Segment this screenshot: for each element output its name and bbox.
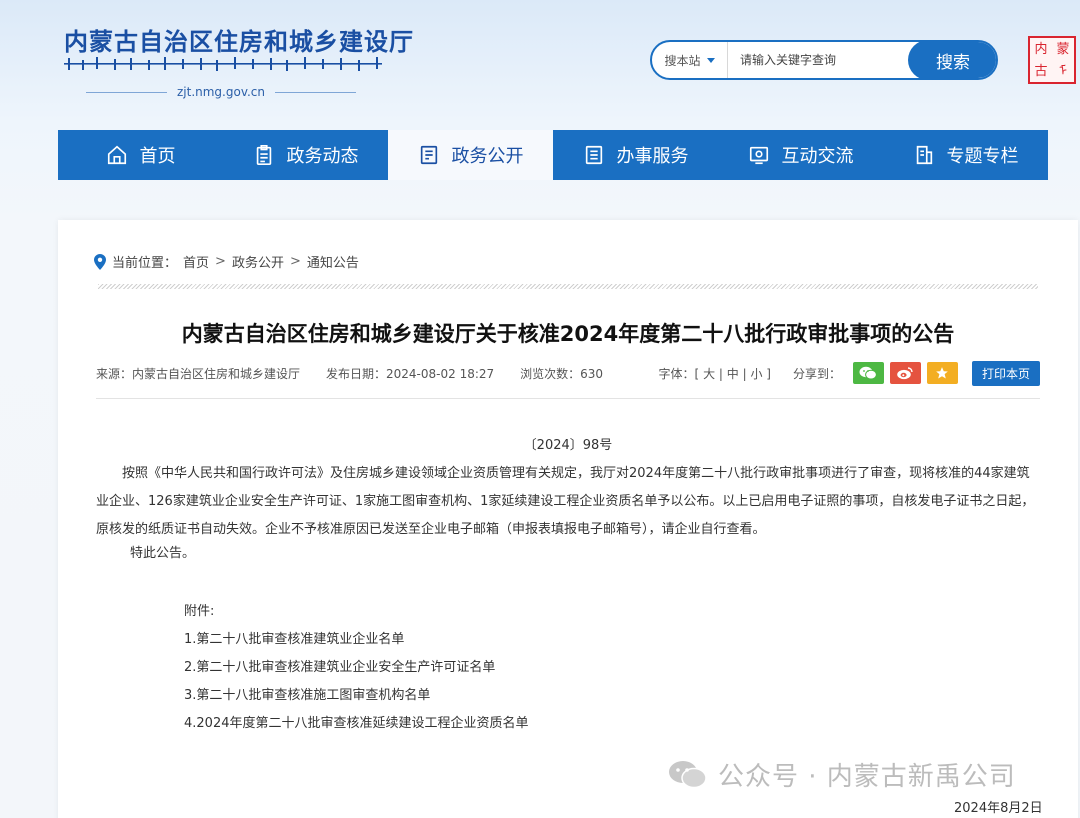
divider [98,284,1038,289]
nav-item-home[interactable]: 首页 [58,130,223,180]
attachment-link[interactable]: 2.第二十八批审查核准建筑业企业安全生产许可证名单 [184,654,529,682]
wechat-watermark: 公众号 · 内蒙古新禹公司 [668,756,1016,793]
nav-item-label: 办事服务 [616,146,689,167]
attachments-list: 附件: 1.第二十八批审查核准建筑业企业名单 2.第二十八批审查核准建筑业企业安… [184,598,529,738]
share-label: 分享到： [792,366,841,381]
site-domain: zjt.nmg.gov.cn [176,85,266,99]
share-weibo-button[interactable] [889,362,921,384]
document-list-icon [420,145,437,165]
search-box: 搜本站 搜索 [650,40,998,80]
nav-item-public-affairs[interactable]: 政务公开 [388,130,553,180]
share-wechat-button[interactable] [852,362,884,384]
article-date: 发布日期：2024-08-02 18:27 [326,366,495,381]
main-nav: 首页 政务动态 政务公开 办事服务 互动交流 专题专栏 [58,130,1048,180]
breadcrumb-public-affairs[interactable]: 政务公开 [232,252,284,271]
article-meta: 来源：内蒙古自治区住房和城乡建设厅 发布日期：2024-08-02 18:27 … [96,360,1040,386]
nav-item-label: 政务动态 [286,146,359,167]
domain-row: zjt.nmg.gov.cn [86,84,356,100]
attachment-link[interactable]: 1.第二十八批审查核准建筑业企业名单 [184,626,529,654]
weibo-icon [897,367,914,380]
nav-item-news[interactable]: 政务动态 [223,130,388,180]
font-size-close: ] [766,366,771,381]
font-size-large[interactable]: 大 [703,367,715,381]
location-pin-icon [94,253,106,270]
site-name[interactable]: 内蒙古自治区住房和城乡建设厅 [64,22,414,57]
seal-logo: 内蒙古ᠮ [1028,36,1076,84]
breadcrumb-home[interactable]: 首页 [183,252,209,271]
article-title: 内蒙古自治区住房和城乡建设厅关于核准2024年度第二十八批行政审批事项的公告 [181,322,955,346]
wechat-icon [859,366,878,380]
site-header: 内蒙古自治区住房和城乡建设厅 zjt.nmg.gov.cn 搜本站 搜索 内蒙古… [0,0,1080,130]
favorite-button[interactable] [926,362,958,384]
breadcrumb-prefix: 当前位置： [112,256,178,271]
search-button[interactable]: 搜索 [908,42,996,78]
article-closing: 特此公告。 [130,546,196,561]
clipboard-icon [256,145,271,165]
article-views: 浏览次数：630 [520,366,604,381]
search-scope-select[interactable]: 搜本站 [652,42,728,78]
columns-icon [916,145,932,165]
watermark-text: 公众号 · 内蒙古新禹公司 [718,762,1016,792]
wechat-icon [669,760,707,788]
nav-item-special-topics[interactable]: 专题专栏 [883,130,1048,180]
article-tools: 字体：[ 大 | 中 | 小 ] 分享到： 打印本页 [658,360,1040,386]
nav-item-label: 互动交流 [781,146,854,167]
sign-date: 2024年8月2日 [954,801,1043,816]
star-icon [936,367,949,379]
attachment-link[interactable]: 3.第二十八批审查核准施工图审查机构名单 [184,682,529,710]
divider [96,398,1040,399]
article-card: 当前位置： 首页 > 政务公开 > 通知公告 内蒙古自治区住房和城乡建设厅关于核… [58,220,1078,818]
search-input[interactable] [728,42,908,78]
nav-item-label: 首页 [139,146,176,167]
document-number: 〔2024〕98号 [523,438,613,453]
nav-item-label: 政务公开 [451,146,524,167]
nav-item-label: 专题专栏 [946,146,1019,167]
breadcrumb-notices[interactable]: 通知公告 [307,252,359,271]
font-size-controls: 字体：[ 大 | 中 | 小 ] [658,366,771,381]
mongolian-script-logo [64,57,382,71]
font-size-medium[interactable]: 中 [727,367,739,381]
divider [86,91,167,93]
article-body: 按照《中华人民共和国行政许可法》及住房城乡建设领域企业资质管理有关规定，我厅对2… [96,466,1035,537]
search-scope-label: 搜本站 [664,53,701,68]
breadcrumb: 当前位置： 首页 > 政务公开 > 通知公告 [94,252,359,271]
print-button[interactable]: 打印本页 [971,360,1040,386]
home-icon [107,145,126,165]
chat-icon [749,146,768,165]
attachments-label: 附件: [184,604,215,619]
font-size-small[interactable]: 小 [750,367,762,381]
divider [275,91,356,93]
caret-down-icon [706,57,715,63]
font-size-label: 字体：[ [658,366,700,381]
nav-item-interaction[interactable]: 互动交流 [718,130,883,180]
breadcrumb-separator: > [215,254,226,269]
attachment-link[interactable]: 4.2024年度第二十八批审查核准延续建设工程企业资质名单 [184,710,529,738]
breadcrumb-separator: > [289,254,301,269]
service-icon [585,145,602,165]
nav-item-services[interactable]: 办事服务 [553,130,718,180]
article-source: 来源：内蒙古自治区住房和城乡建设厅 [96,366,301,381]
